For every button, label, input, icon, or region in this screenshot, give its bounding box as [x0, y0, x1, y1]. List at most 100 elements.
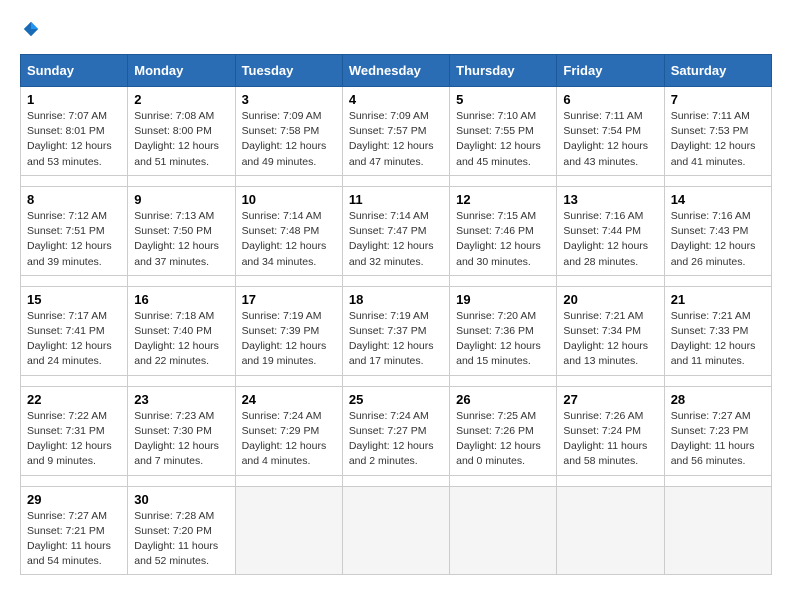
separator-cell [235, 375, 342, 386]
sunrise-text: Sunrise: 7:11 AM [563, 110, 642, 122]
separator-cell [664, 275, 771, 286]
sunrise-text: Sunrise: 7:16 AM [563, 210, 643, 222]
day-number: 25 [349, 392, 443, 407]
day-info: Sunrise: 7:18 AM Sunset: 7:40 PM Dayligh… [134, 309, 228, 370]
separator-cell [235, 475, 342, 486]
calendar-cell: 28 Sunrise: 7:27 AM Sunset: 7:23 PM Dayl… [664, 386, 771, 475]
sunset-text: Sunset: 7:53 PM [671, 125, 749, 137]
day-number: 29 [27, 492, 121, 507]
separator-cell [664, 375, 771, 386]
sunrise-text: Sunrise: 7:26 AM [563, 410, 643, 422]
day-info: Sunrise: 7:15 AM Sunset: 7:46 PM Dayligh… [456, 209, 550, 270]
calendar-cell: 12 Sunrise: 7:15 AM Sunset: 7:46 PM Dayl… [450, 186, 557, 275]
calendar-week-row: 15 Sunrise: 7:17 AM Sunset: 7:41 PM Dayl… [21, 286, 772, 375]
day-number: 17 [242, 292, 336, 307]
separator-cell [235, 175, 342, 186]
calendar-cell: 22 Sunrise: 7:22 AM Sunset: 7:31 PM Dayl… [21, 386, 128, 475]
daylight-text: Daylight: 12 hours and 0 minutes. [456, 440, 541, 467]
calendar-cell: 20 Sunrise: 7:21 AM Sunset: 7:34 PM Dayl… [557, 286, 664, 375]
calendar-cell: 14 Sunrise: 7:16 AM Sunset: 7:43 PM Dayl… [664, 186, 771, 275]
sunrise-text: Sunrise: 7:08 AM [134, 110, 214, 122]
sunset-text: Sunset: 7:57 PM [349, 125, 427, 137]
day-info: Sunrise: 7:09 AM Sunset: 7:57 PM Dayligh… [349, 109, 443, 170]
week-separator [21, 475, 772, 486]
daylight-text: Daylight: 12 hours and 9 minutes. [27, 440, 112, 467]
day-info: Sunrise: 7:11 AM Sunset: 7:54 PM Dayligh… [563, 109, 657, 170]
day-number: 21 [671, 292, 765, 307]
daylight-text: Daylight: 12 hours and 24 minutes. [27, 340, 112, 367]
day-info: Sunrise: 7:19 AM Sunset: 7:39 PM Dayligh… [242, 309, 336, 370]
sunset-text: Sunset: 7:44 PM [563, 225, 641, 237]
daylight-text: Daylight: 12 hours and 4 minutes. [242, 440, 327, 467]
sunrise-text: Sunrise: 7:11 AM [671, 110, 750, 122]
week-separator [21, 175, 772, 186]
column-header-thursday: Thursday [450, 55, 557, 87]
daylight-text: Daylight: 12 hours and 15 minutes. [456, 340, 541, 367]
daylight-text: Daylight: 12 hours and 32 minutes. [349, 240, 434, 267]
sunset-text: Sunset: 7:46 PM [456, 225, 534, 237]
separator-cell [235, 275, 342, 286]
daylight-text: Daylight: 12 hours and 47 minutes. [349, 140, 434, 167]
separator-cell [450, 475, 557, 486]
calendar-table: SundayMondayTuesdayWednesdayThursdayFrid… [20, 54, 772, 575]
day-info: Sunrise: 7:13 AM Sunset: 7:50 PM Dayligh… [134, 209, 228, 270]
day-number: 9 [134, 192, 228, 207]
daylight-text: Daylight: 12 hours and 26 minutes. [671, 240, 756, 267]
day-number: 22 [27, 392, 121, 407]
column-header-tuesday: Tuesday [235, 55, 342, 87]
day-info: Sunrise: 7:24 AM Sunset: 7:27 PM Dayligh… [349, 409, 443, 470]
day-number: 2 [134, 92, 228, 107]
day-info: Sunrise: 7:09 AM Sunset: 7:58 PM Dayligh… [242, 109, 336, 170]
calendar-cell: 25 Sunrise: 7:24 AM Sunset: 7:27 PM Dayl… [342, 386, 449, 475]
day-info: Sunrise: 7:24 AM Sunset: 7:29 PM Dayligh… [242, 409, 336, 470]
day-info: Sunrise: 7:14 AM Sunset: 7:48 PM Dayligh… [242, 209, 336, 270]
calendar-cell [450, 486, 557, 575]
separator-cell [342, 275, 449, 286]
daylight-text: Daylight: 12 hours and 30 minutes. [456, 240, 541, 267]
sunset-text: Sunset: 7:48 PM [242, 225, 320, 237]
daylight-text: Daylight: 12 hours and 39 minutes. [27, 240, 112, 267]
daylight-text: Daylight: 11 hours and 58 minutes. [563, 440, 647, 467]
sunrise-text: Sunrise: 7:13 AM [134, 210, 214, 222]
separator-cell [128, 175, 235, 186]
calendar-cell: 26 Sunrise: 7:25 AM Sunset: 7:26 PM Dayl… [450, 386, 557, 475]
separator-cell [557, 175, 664, 186]
sunrise-text: Sunrise: 7:18 AM [134, 310, 214, 322]
daylight-text: Daylight: 12 hours and 41 minutes. [671, 140, 756, 167]
day-info: Sunrise: 7:21 AM Sunset: 7:33 PM Dayligh… [671, 309, 765, 370]
daylight-text: Daylight: 12 hours and 53 minutes. [27, 140, 112, 167]
column-header-saturday: Saturday [664, 55, 771, 87]
sunset-text: Sunset: 7:23 PM [671, 425, 749, 437]
day-number: 30 [134, 492, 228, 507]
day-number: 13 [563, 192, 657, 207]
calendar-cell: 16 Sunrise: 7:18 AM Sunset: 7:40 PM Dayl… [128, 286, 235, 375]
calendar-cell: 29 Sunrise: 7:27 AM Sunset: 7:21 PM Dayl… [21, 486, 128, 575]
sunset-text: Sunset: 7:26 PM [456, 425, 534, 437]
separator-cell [342, 375, 449, 386]
column-header-friday: Friday [557, 55, 664, 87]
day-info: Sunrise: 7:20 AM Sunset: 7:36 PM Dayligh… [456, 309, 550, 370]
page-header [20, 20, 772, 38]
sunset-text: Sunset: 7:31 PM [27, 425, 105, 437]
sunset-text: Sunset: 7:30 PM [134, 425, 212, 437]
daylight-text: Daylight: 12 hours and 11 minutes. [671, 340, 756, 367]
daylight-text: Daylight: 12 hours and 2 minutes. [349, 440, 434, 467]
daylight-text: Daylight: 11 hours and 54 minutes. [27, 540, 111, 567]
sunrise-text: Sunrise: 7:15 AM [456, 210, 536, 222]
calendar-cell [235, 486, 342, 575]
sunset-text: Sunset: 7:41 PM [27, 325, 105, 337]
column-header-wednesday: Wednesday [342, 55, 449, 87]
daylight-text: Daylight: 12 hours and 22 minutes. [134, 340, 219, 367]
separator-cell [21, 475, 128, 486]
daylight-text: Daylight: 12 hours and 34 minutes. [242, 240, 327, 267]
daylight-text: Daylight: 12 hours and 45 minutes. [456, 140, 541, 167]
day-number: 8 [27, 192, 121, 207]
separator-cell [450, 275, 557, 286]
separator-cell [21, 275, 128, 286]
day-number: 6 [563, 92, 657, 107]
sunrise-text: Sunrise: 7:16 AM [671, 210, 751, 222]
day-number: 12 [456, 192, 550, 207]
day-info: Sunrise: 7:19 AM Sunset: 7:37 PM Dayligh… [349, 309, 443, 370]
sunrise-text: Sunrise: 7:24 AM [349, 410, 429, 422]
calendar-cell: 3 Sunrise: 7:09 AM Sunset: 7:58 PM Dayli… [235, 87, 342, 176]
